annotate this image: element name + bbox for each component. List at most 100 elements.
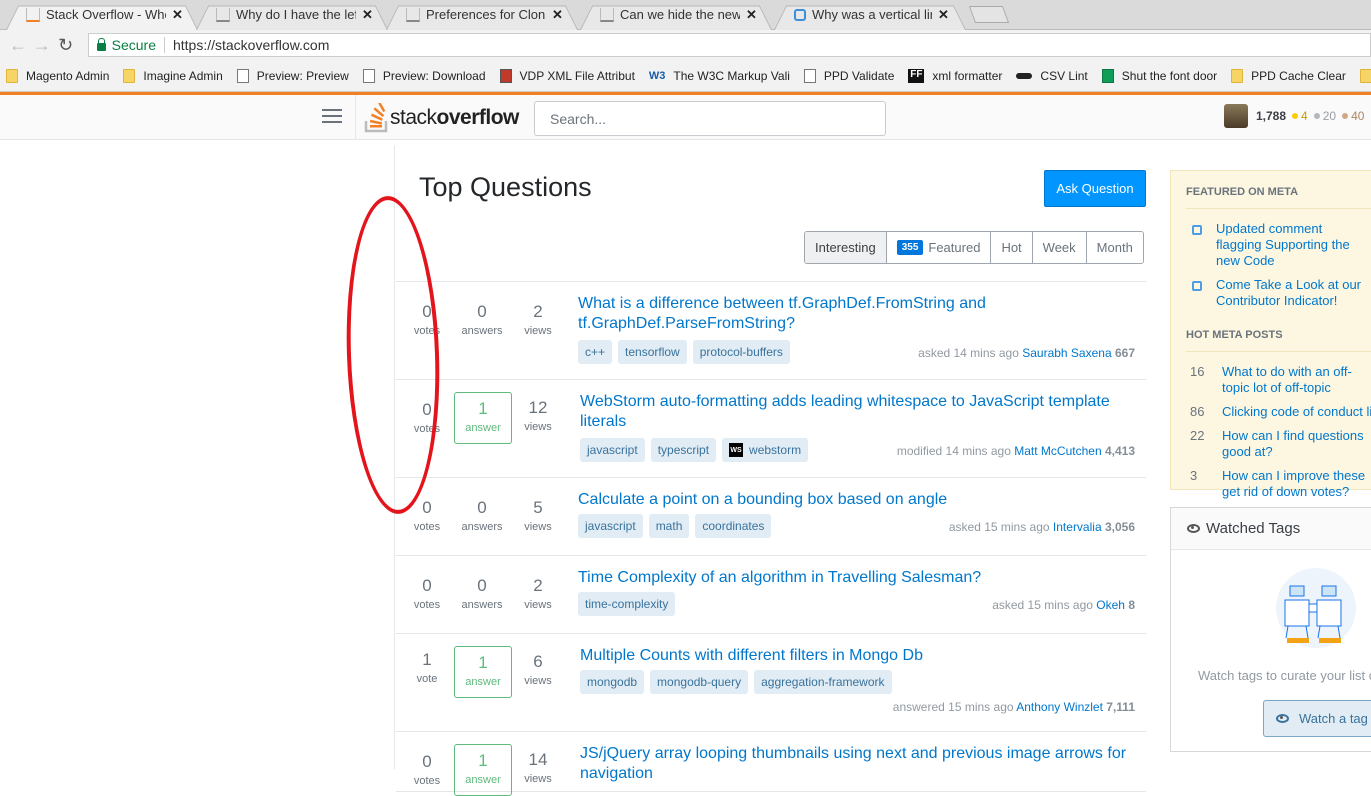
tag-label: tensorflow bbox=[625, 345, 680, 359]
meta-widget: FEATURED ON META Updated comment flaggin… bbox=[1170, 170, 1371, 499]
close-tab-icon[interactable]: ✕ bbox=[172, 7, 183, 23]
bookmark[interactable] bbox=[1359, 68, 1371, 83]
hot-meta-score: 22 bbox=[1190, 428, 1205, 443]
browser-tab[interactable]: Why do I have the left na ✕ bbox=[196, 0, 388, 30]
bookmark-label: PPD Cache Clear bbox=[1251, 68, 1346, 83]
user-link[interactable]: Intervalia bbox=[1053, 520, 1102, 534]
binoculars-icon bbox=[1276, 568, 1356, 648]
tab-hot[interactable]: Hot bbox=[990, 232, 1032, 263]
browser-tab[interactable]: Why was a vertical line ac ✕ bbox=[774, 0, 966, 30]
tag[interactable]: protocol-buffers bbox=[692, 340, 790, 364]
tag[interactable]: typescript bbox=[650, 438, 717, 462]
bookmark[interactable]: Imagine Admin bbox=[123, 68, 223, 83]
ask-question-button[interactable]: Ask Question bbox=[1044, 170, 1146, 207]
watch-a-tag-button[interactable]: Watch a tag bbox=[1263, 700, 1371, 737]
stackoverflow-logo[interactable]: stackoverflow bbox=[364, 103, 519, 133]
close-tab-icon[interactable]: ✕ bbox=[362, 7, 373, 23]
tag[interactable]: mongodb bbox=[580, 670, 645, 694]
tag-label: aggregation-framework bbox=[761, 675, 885, 689]
view-count: 2 views bbox=[520, 302, 556, 337]
tag[interactable]: time-complexity bbox=[578, 592, 676, 616]
tab-month[interactable]: Month bbox=[1085, 232, 1143, 263]
tab-label: Hot bbox=[1001, 240, 1022, 255]
bookmark[interactable]: PPD Validate bbox=[803, 68, 894, 83]
bookmark[interactable]: PPD Cache Clear bbox=[1231, 68, 1346, 83]
tab-title: Why do I have the left na bbox=[236, 7, 356, 22]
tab-week[interactable]: Week bbox=[1031, 232, 1086, 263]
bookmark-label: VDP XML File Attribut bbox=[519, 68, 635, 83]
user-link[interactable]: Matt McCutchen bbox=[1014, 444, 1101, 458]
tab-label: Featured bbox=[928, 240, 981, 255]
left-sidebar bbox=[0, 145, 395, 769]
views-label: views bbox=[524, 675, 552, 687]
user-link[interactable]: Anthony Winzlet bbox=[1016, 700, 1103, 714]
tag[interactable]: math bbox=[648, 514, 690, 538]
question-title-link[interactable]: Time Complexity of an algorithm in Trave… bbox=[578, 568, 1138, 588]
new-tab-button[interactable] bbox=[968, 6, 1010, 23]
user-link[interactable]: Okeh bbox=[1096, 598, 1125, 612]
tab-featured[interactable]: 355 Featured bbox=[885, 232, 991, 263]
view-count: 12 views bbox=[520, 398, 556, 433]
featured-item[interactable]: Come Take a Look at our Contributor Indi… bbox=[1186, 277, 1371, 309]
question-title-link[interactable]: Multiple Counts with different filters i… bbox=[580, 646, 1140, 666]
bookmarks-bar: Magento Admin Imagine Admin Preview: Pre… bbox=[0, 60, 1371, 92]
answers-label: answer bbox=[465, 774, 501, 786]
hot-meta-item[interactable]: 3 How can I improve these get rid of down… bbox=[1186, 468, 1371, 500]
hot-meta-item[interactable]: 22 How can I find questions good at? bbox=[1186, 428, 1371, 460]
silver-badge-count: 20 bbox=[1322, 109, 1337, 123]
close-tab-icon[interactable]: ✕ bbox=[552, 7, 563, 23]
browser-tab[interactable]: Preferences for Clonkex - ✕ bbox=[386, 0, 578, 30]
bookmark[interactable]: Magento Admin bbox=[6, 68, 109, 83]
featured-item[interactable]: Updated comment flagging Supporting the … bbox=[1186, 221, 1371, 269]
search-input[interactable]: Search... bbox=[534, 101, 886, 136]
user-summary[interactable]: 1,788 4 20 40 bbox=[1224, 104, 1364, 128]
bookmark-label: Preview: Download bbox=[382, 68, 486, 83]
answers-number: 1 bbox=[478, 653, 488, 672]
close-tab-icon[interactable]: ✕ bbox=[938, 7, 949, 23]
tag[interactable]: javascript bbox=[580, 438, 645, 462]
tag[interactable]: WS webstorm bbox=[722, 438, 809, 462]
close-tab-icon[interactable]: ✕ bbox=[746, 7, 757, 23]
bookmark[interactable]: Preview: Preview bbox=[236, 68, 349, 83]
bookmark[interactable]: FF xml formatter bbox=[908, 68, 1002, 83]
hot-meta-item[interactable]: 16 What to do with an off-topic lot of of… bbox=[1186, 364, 1371, 396]
user-reputation: 667 bbox=[1114, 346, 1135, 360]
reload-icon[interactable]: ↻ bbox=[54, 35, 78, 56]
tag[interactable]: aggregation-framework bbox=[754, 670, 892, 694]
spreadsheet-icon bbox=[1101, 68, 1114, 83]
hot-meta-item[interactable]: 86 Clicking code of conduct li bbox=[1186, 404, 1371, 420]
tag[interactable]: tensorflow bbox=[618, 340, 687, 364]
answer-count: 1 answer bbox=[454, 646, 512, 698]
bookmark[interactable]: Shut the font door bbox=[1101, 68, 1218, 83]
page-icon bbox=[236, 68, 249, 83]
question-title-link[interactable]: What is a difference between tf.GraphDef… bbox=[578, 294, 1138, 334]
browser-tab[interactable]: Can we hide the new line ✕ bbox=[580, 0, 772, 30]
question-title-link[interactable]: Calculate a point on a bounding box base… bbox=[578, 490, 1138, 510]
answers-label: answer bbox=[465, 422, 501, 434]
bookmark[interactable]: VDP XML File Attribut bbox=[499, 68, 635, 83]
tab-interesting[interactable]: Interesting bbox=[805, 232, 886, 263]
hot-meta-score: 3 bbox=[1190, 468, 1198, 483]
bookmark[interactable]: W3 The W3C Markup Vali bbox=[649, 69, 790, 83]
question-title-link[interactable]: JS/jQuery array looping thumbnails using… bbox=[580, 744, 1140, 784]
forward-icon[interactable]: → bbox=[30, 35, 54, 56]
bookmark-label: Shut the font door bbox=[1121, 68, 1218, 83]
question-meta: asked 14 mins ago Saurabh Saxena 667 bbox=[918, 346, 1135, 360]
tag[interactable]: mongodb-query bbox=[650, 670, 749, 694]
hamburger-menu-icon[interactable] bbox=[322, 109, 342, 123]
question-title-link[interactable]: WebStorm auto-formatting adds leading wh… bbox=[580, 392, 1140, 432]
user-link[interactable]: Saurabh Saxena bbox=[1022, 346, 1111, 360]
user-reputation: 7,111 bbox=[1106, 700, 1135, 714]
tag[interactable]: c++ bbox=[578, 340, 613, 364]
tag-label: webstorm bbox=[749, 443, 802, 457]
bookmark[interactable]: Preview: Download bbox=[362, 68, 486, 83]
avatar[interactable] bbox=[1224, 104, 1248, 128]
browser-tab[interactable]: Stack Overflow - Where D ✕ bbox=[6, 0, 198, 30]
tag[interactable]: coordinates bbox=[695, 514, 772, 538]
secure-label: Secure bbox=[111, 37, 156, 53]
back-icon[interactable]: ← bbox=[6, 35, 30, 56]
address-input[interactable]: Secure https://stackoverflow.com bbox=[87, 33, 1371, 57]
bookmark[interactable]: CSV Lint bbox=[1016, 69, 1088, 83]
tag[interactable]: javascript bbox=[578, 514, 643, 538]
question-list: 0 votes 0 answers 2 views What is a differe… bbox=[396, 281, 1146, 796]
